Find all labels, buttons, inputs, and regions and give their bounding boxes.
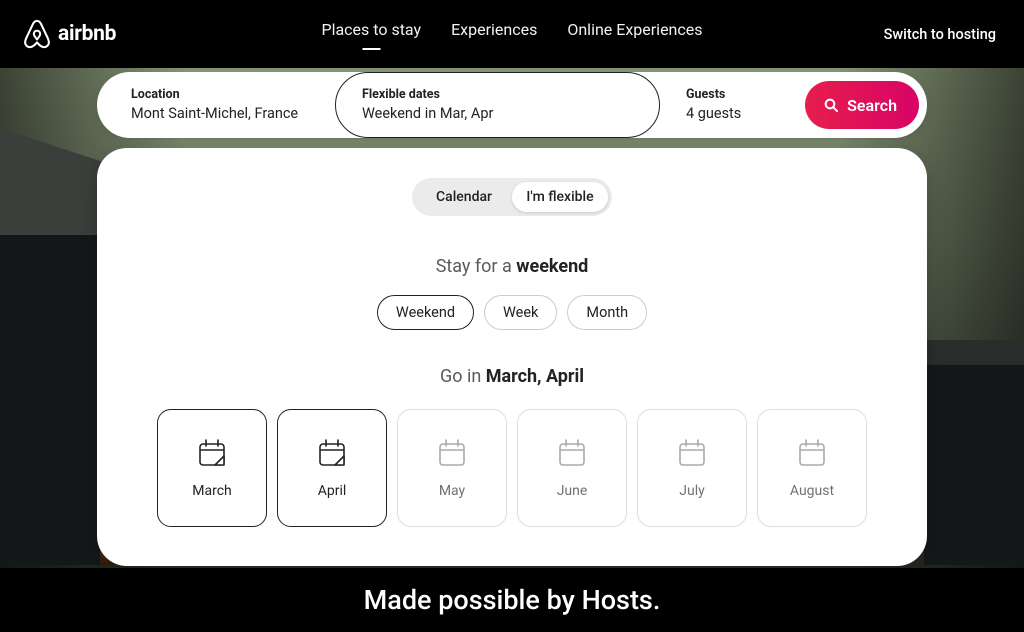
month-may[interactable]: May	[397, 409, 507, 527]
month-june[interactable]: June	[517, 409, 627, 527]
month-label: May	[439, 483, 465, 499]
month-label: April	[318, 483, 347, 499]
search-dates-label: Flexible dates	[362, 87, 633, 103]
calendar-icon	[316, 437, 348, 469]
month-label: August	[790, 483, 834, 499]
switch-to-hosting-link[interactable]: Switch to hosting	[884, 26, 996, 43]
search-location-value: Mont Saint-Michel, France	[131, 105, 309, 123]
search-location[interactable]: Location Mont Saint-Michel, France	[97, 75, 335, 135]
calendar-icon	[556, 437, 588, 469]
calendar-icon	[436, 437, 468, 469]
nav-tab-online-experiences[interactable]: Online Experiences	[567, 20, 702, 49]
search-bar: Location Mont Saint-Michel, France Flexi…	[97, 72, 927, 138]
stay-for-line: Stay for a weekend	[157, 256, 867, 277]
search-guests[interactable]: Guests 4 guests	[660, 75, 805, 135]
brand-name: airbnb	[58, 22, 116, 46]
search-location-label: Location	[131, 87, 309, 103]
month-label: June	[557, 483, 588, 499]
month-grid: March April May	[157, 409, 867, 527]
month-april[interactable]: April	[277, 409, 387, 527]
airbnb-logo-icon	[22, 18, 52, 50]
hero-tagline: Made possible by Hosts.	[0, 584, 1024, 616]
go-prefix: Go in	[440, 366, 486, 387]
search-guests-label: Guests	[686, 87, 779, 103]
mode-flexible[interactable]: I'm flexible	[512, 182, 608, 212]
search-guests-value: 4 guests	[686, 105, 779, 123]
search-dates[interactable]: Flexible dates Weekend in Mar, Apr	[335, 72, 660, 138]
nav-tab-experiences[interactable]: Experiences	[451, 20, 537, 49]
search-icon	[823, 97, 839, 113]
search-dates-value: Weekend in Mar, Apr	[362, 105, 633, 123]
flexible-dates-panel: Calendar I'm flexible Stay for a weekend…	[97, 148, 927, 566]
calendar-icon	[676, 437, 708, 469]
search-button-label: Search	[847, 96, 897, 115]
mode-calendar[interactable]: Calendar	[416, 182, 512, 212]
month-august[interactable]: August	[757, 409, 867, 527]
calendar-icon	[196, 437, 228, 469]
month-march[interactable]: March	[157, 409, 267, 527]
stay-value: weekend	[516, 256, 588, 277]
duration-pills: Weekend Week Month	[157, 295, 867, 330]
duration-weekend[interactable]: Weekend	[377, 295, 474, 330]
duration-week[interactable]: Week	[484, 295, 557, 330]
month-label: July	[679, 483, 704, 499]
hero-background	[924, 365, 1024, 565]
nav-tabs: Places to stay Experiences Online Experi…	[321, 20, 702, 49]
stay-prefix: Stay for a	[436, 256, 517, 277]
calendar-icon	[796, 437, 828, 469]
brand-logo[interactable]: airbnb	[22, 18, 116, 50]
date-mode-toggle: Calendar I'm flexible	[412, 178, 612, 216]
nav-tab-places[interactable]: Places to stay	[321, 20, 421, 49]
go-in-line: Go in March, April	[157, 366, 867, 387]
month-july[interactable]: July	[637, 409, 747, 527]
month-label: March	[192, 483, 232, 499]
duration-month[interactable]: Month	[567, 295, 647, 330]
go-value: March, April	[486, 366, 584, 387]
search-button[interactable]: Search	[805, 81, 919, 129]
